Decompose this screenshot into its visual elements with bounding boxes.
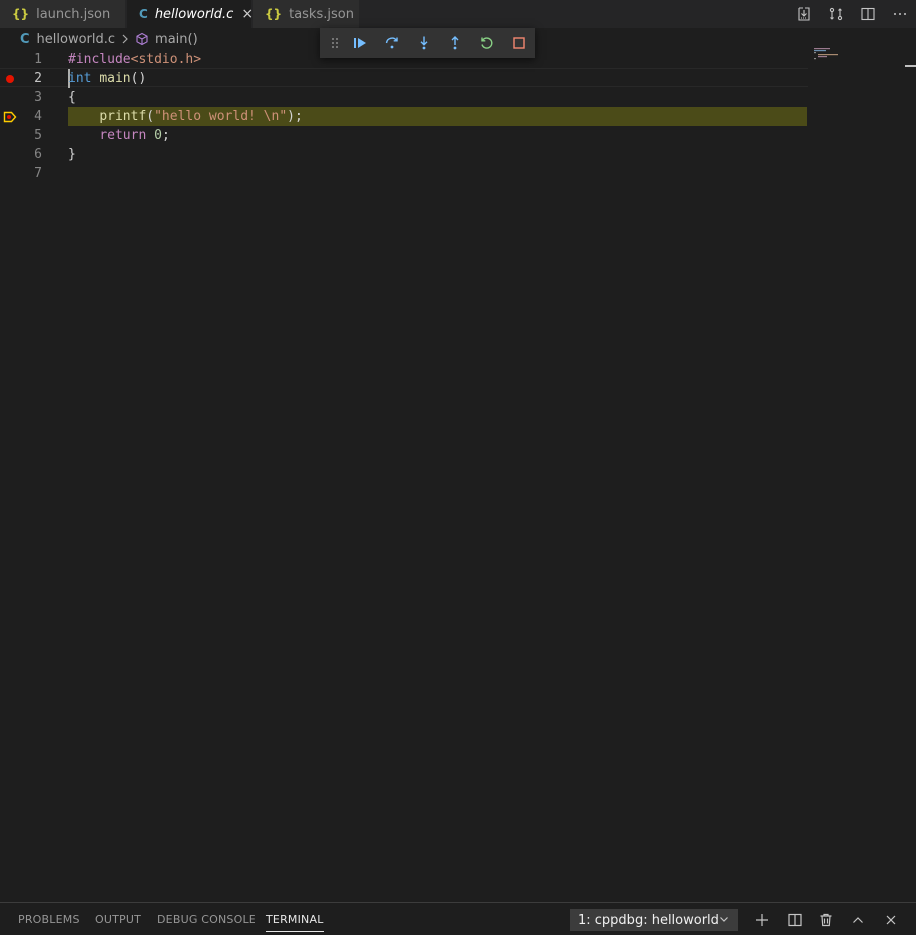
c-file-icon: C bbox=[139, 7, 148, 21]
tab-helloworld-c[interactable]: C helloworld.c × bbox=[127, 0, 253, 28]
line-number: 5 bbox=[34, 128, 42, 143]
tab-terminal-label: TERMINAL bbox=[266, 913, 324, 926]
trash-icon bbox=[820, 913, 832, 927]
split-terminal-button[interactable] bbox=[783, 908, 807, 932]
code-line: 7 bbox=[0, 164, 808, 183]
split-terminal-icon bbox=[788, 913, 802, 927]
terminal-select-value: 1: cppdbg: helloworld bbox=[578, 912, 719, 928]
tab-problems[interactable]: PROBLEMS bbox=[18, 903, 80, 935]
new-terminal-button[interactable] bbox=[750, 908, 774, 932]
chevron-right-icon bbox=[120, 33, 130, 45]
code-line-paused: 4 printf("hello world! \n"); bbox=[0, 107, 808, 126]
chevron-up-icon bbox=[853, 917, 863, 923]
line-number: 4 bbox=[34, 109, 42, 124]
editor-tab-bar: {} launch.json C helloworld.c × {} tasks… bbox=[0, 0, 916, 28]
line-number: 6 bbox=[34, 147, 42, 162]
code-text: return 0; bbox=[99, 128, 170, 143]
drag-handle-icon[interactable] bbox=[326, 37, 344, 49]
code-line: 5 return 0; bbox=[0, 126, 808, 145]
step-out-icon bbox=[451, 36, 459, 50]
scrollbar-cursor-marker bbox=[905, 65, 916, 67]
close-icon[interactable]: × bbox=[241, 6, 253, 22]
glyph-margin[interactable] bbox=[0, 145, 20, 164]
continue-icon bbox=[353, 38, 366, 48]
code-text: printf("hello world! \n"); bbox=[99, 109, 303, 124]
symbol-method-icon bbox=[135, 32, 149, 46]
step-into-icon bbox=[420, 36, 428, 50]
code-line: 3 { bbox=[0, 88, 808, 107]
glyph-margin[interactable] bbox=[0, 164, 20, 183]
terminal-select[interactable]: 1: cppdbg: helloworld bbox=[570, 909, 738, 931]
code-text: int main() bbox=[68, 71, 147, 86]
tab-label: helloworld.c bbox=[154, 6, 234, 22]
more-actions-icon[interactable] bbox=[884, 0, 916, 28]
editor-actions bbox=[788, 0, 916, 28]
code-line-current: 2 int main() bbox=[0, 68, 808, 88]
code-text: #include<stdio.h> bbox=[68, 52, 202, 67]
line-number: 7 bbox=[34, 166, 42, 181]
split-editor-icon[interactable] bbox=[852, 0, 884, 28]
minimap[interactable] bbox=[812, 47, 904, 67]
breakpoint-icon[interactable] bbox=[6, 74, 14, 83]
stop-icon bbox=[513, 37, 525, 49]
code-line: 6 } bbox=[0, 145, 808, 164]
compare-changes-icon[interactable] bbox=[820, 0, 852, 28]
line-number: 1 bbox=[34, 52, 42, 67]
breadcrumb-file[interactable]: helloworld.c bbox=[37, 32, 116, 47]
code-editor[interactable]: 1 #include<stdio.h> 2 int main() 3 { 4 p… bbox=[0, 50, 916, 900]
json-braces-icon: {} bbox=[12, 7, 30, 21]
tab-label: tasks.json bbox=[289, 6, 354, 22]
bottom-panel: PROBLEMS OUTPUT DEBUG CONSOLE TERMINAL 1… bbox=[0, 902, 916, 935]
kill-terminal-button[interactable] bbox=[814, 908, 838, 932]
code-text: } bbox=[68, 147, 76, 162]
tab-tasks-json[interactable]: {} tasks.json bbox=[253, 0, 360, 28]
line-number: 2 bbox=[34, 71, 42, 86]
glyph-margin[interactable] bbox=[0, 69, 20, 88]
chevron-down-icon bbox=[718, 913, 730, 925]
close-panel-button[interactable] bbox=[879, 908, 903, 932]
tab-debug-console[interactable]: DEBUG CONSOLE bbox=[157, 903, 256, 935]
glyph-margin[interactable] bbox=[0, 107, 20, 126]
tab-terminal[interactable]: TERMINAL bbox=[266, 903, 324, 935]
code-text: { bbox=[68, 90, 76, 105]
glyph-margin[interactable] bbox=[0, 88, 20, 107]
step-over-icon bbox=[385, 37, 398, 49]
c-file-icon: C bbox=[20, 31, 30, 47]
tab-label: launch.json bbox=[36, 6, 111, 22]
code-line: 1 #include<stdio.h> bbox=[0, 50, 808, 69]
tab-launch-json[interactable]: {} launch.json bbox=[0, 0, 126, 28]
glyph-margin[interactable] bbox=[0, 126, 20, 145]
download-icon[interactable] bbox=[788, 0, 820, 28]
debug-stackframe-icon bbox=[3, 111, 17, 122]
line-number: 3 bbox=[34, 90, 42, 105]
breadcrumb-symbol[interactable]: main() bbox=[155, 32, 198, 47]
restart-icon bbox=[481, 37, 493, 49]
glyph-margin[interactable] bbox=[0, 50, 20, 69]
plus-icon bbox=[756, 914, 768, 926]
json-braces-icon: {} bbox=[265, 7, 283, 21]
tab-output[interactable]: OUTPUT bbox=[95, 903, 141, 935]
maximize-panel-button[interactable] bbox=[846, 908, 870, 932]
active-tab-underline bbox=[266, 931, 324, 932]
close-icon bbox=[886, 915, 896, 925]
